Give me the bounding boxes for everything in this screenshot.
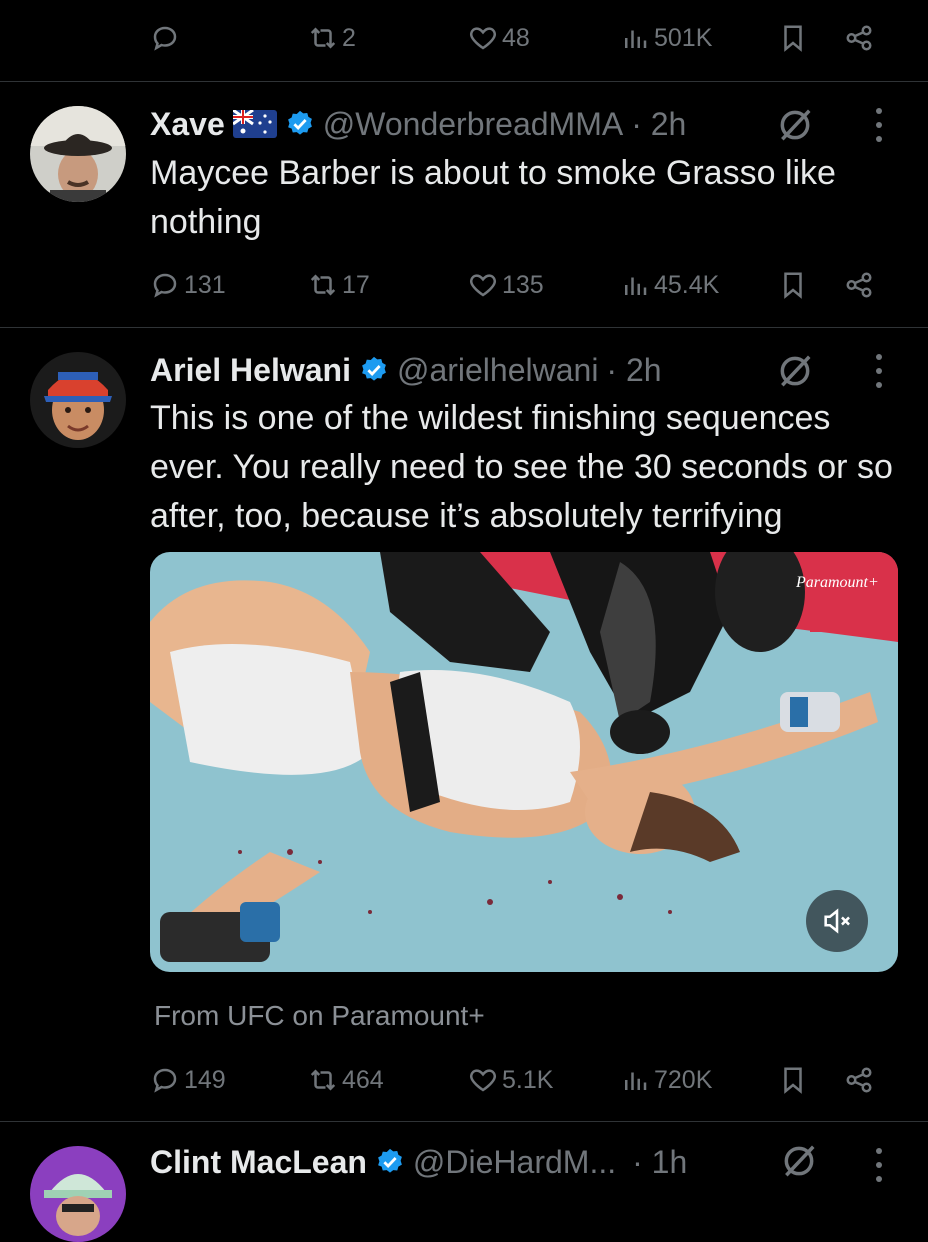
- tweet-text: This is one of the wildest finishing seq…: [150, 399, 893, 535]
- grok-icon[interactable]: [776, 106, 814, 144]
- views-icon: [620, 1065, 650, 1095]
- retweet-icon: [308, 23, 338, 53]
- verified-badge-icon: [287, 110, 312, 135]
- divider: [0, 327, 928, 328]
- display-name[interactable]: Xave: [150, 106, 225, 143]
- bookmark-button[interactable]: [778, 1060, 808, 1100]
- views-count: 720K: [654, 1065, 713, 1094]
- views-button[interactable]: 45.4K: [620, 265, 719, 305]
- more-icon[interactable]: [874, 1148, 884, 1182]
- retweet-button[interactable]: 17: [308, 265, 370, 305]
- display-name[interactable]: Ariel Helwani: [150, 352, 351, 389]
- views-icon: [620, 23, 650, 53]
- divider: [0, 1121, 928, 1122]
- verified-badge-icon: [362, 356, 386, 381]
- grok-icon[interactable]: [780, 1142, 818, 1180]
- bookmark-button[interactable]: [778, 18, 808, 58]
- retweet-icon: [308, 270, 338, 300]
- reply-icon: [150, 23, 180, 53]
- handle[interactable]: @WonderbreadMMA: [323, 106, 623, 143]
- media-source[interactable]: From UFC on Paramount+: [154, 1000, 485, 1032]
- like-count: 5.1K: [502, 1065, 554, 1094]
- avatar[interactable]: [30, 352, 126, 448]
- retweet-icon: [308, 1065, 338, 1095]
- retweet-count: 17: [342, 270, 370, 299]
- heart-icon: [468, 270, 498, 300]
- handle[interactable]: @DieHardM...: [413, 1144, 616, 1181]
- reply-icon: [150, 270, 180, 300]
- mute-button[interactable]: [806, 890, 868, 952]
- timestamp[interactable]: · 2h: [606, 352, 661, 389]
- views-icon: [620, 270, 650, 300]
- reply-button[interactable]: 131: [150, 265, 226, 305]
- timestamp[interactable]: · 2h: [631, 106, 686, 143]
- views-button[interactable]: 501K: [620, 18, 712, 58]
- reply-button[interactable]: 149: [150, 1060, 226, 1100]
- bookmark-icon: [778, 23, 808, 53]
- retweet-count: 2: [342, 23, 356, 52]
- share-button[interactable]: [844, 18, 874, 58]
- verified-badge-icon: [378, 1148, 402, 1173]
- more-icon[interactable]: [874, 108, 884, 142]
- like-count: 48: [502, 23, 530, 52]
- tweet-actions: 2 48 501K: [150, 18, 878, 58]
- heart-icon: [468, 1065, 498, 1095]
- divider: [0, 81, 928, 82]
- video-frame: [150, 552, 898, 972]
- bookmark-icon: [778, 1065, 808, 1095]
- video-watermark: Paramount+: [796, 574, 879, 591]
- tweet-header: Clint MacLean @DieHardM... · 1h: [150, 1140, 888, 1184]
- bookmark-icon: [778, 270, 808, 300]
- like-button[interactable]: 48: [468, 18, 530, 58]
- retweet-button[interactable]: 2: [308, 18, 356, 58]
- reply-count: 131: [184, 270, 226, 299]
- mute-icon: [824, 908, 850, 934]
- retweet-button[interactable]: 464: [308, 1060, 384, 1100]
- timestamp[interactable]: · 1h: [632, 1144, 687, 1181]
- reply-count: 149: [184, 1065, 226, 1094]
- heart-icon: [468, 23, 498, 53]
- more-icon[interactable]: [874, 354, 884, 388]
- like-count: 135: [502, 270, 544, 299]
- bookmark-button[interactable]: [778, 265, 808, 305]
- australia-flag-icon: [232, 110, 277, 138]
- share-icon: [844, 23, 874, 53]
- avatar[interactable]: [30, 1146, 126, 1242]
- like-button[interactable]: 5.1K: [468, 1060, 553, 1100]
- display-name[interactable]: Clint MacLean: [150, 1144, 367, 1181]
- tweet-text: Maycee Barber is about to smoke Grasso l…: [150, 154, 836, 241]
- reply-button[interactable]: [150, 18, 184, 58]
- avatar[interactable]: [30, 106, 126, 202]
- share-button[interactable]: [844, 1060, 874, 1100]
- handle[interactable]: @arielhelwani: [397, 352, 598, 389]
- reply-icon: [150, 1065, 180, 1095]
- share-button[interactable]: [844, 265, 874, 305]
- tweet-actions: 131 17 135 45.4K: [150, 265, 878, 305]
- tweet-actions: 149 464 5.1K 720K: [150, 1060, 878, 1100]
- share-icon: [844, 270, 874, 300]
- like-button[interactable]: 135: [468, 265, 544, 305]
- views-button[interactable]: 720K: [620, 1060, 712, 1100]
- views-count: 45.4K: [654, 270, 720, 299]
- grok-icon[interactable]: [776, 352, 814, 390]
- views-count: 501K: [654, 23, 713, 52]
- retweet-count: 464: [342, 1065, 384, 1094]
- tweet-video[interactable]: Paramount+: [150, 552, 898, 972]
- share-icon: [844, 1065, 874, 1095]
